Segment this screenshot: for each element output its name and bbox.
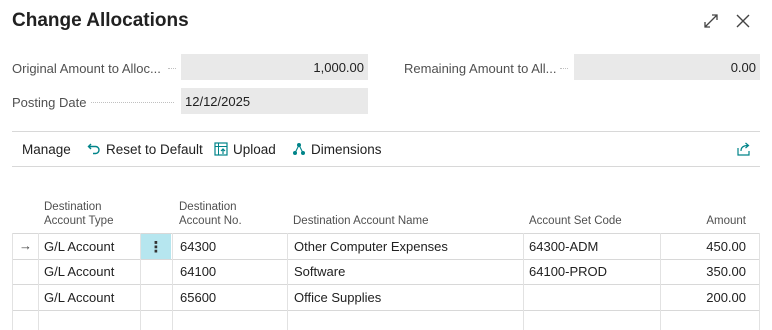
reset-to-default-label: Reset to Default — [106, 141, 203, 157]
remaining-amount-field[interactable]: 0.00 — [574, 54, 760, 80]
header-divider — [12, 233, 760, 234]
row-divider — [12, 310, 760, 311]
cell-account-name: Office Supplies — [294, 290, 382, 305]
remaining-amount-dots — [560, 68, 568, 69]
original-amount-field[interactable]: 1,000.00 — [181, 54, 368, 80]
dimensions-icon — [293, 143, 305, 155]
cell-amount[interactable]: 350.00 — [660, 264, 746, 279]
row-menu-button[interactable]: ⋮ — [141, 234, 171, 259]
remaining-amount-label: Remaining Amount to All... — [404, 61, 557, 76]
expand-icon — [704, 14, 718, 28]
undo-icon — [87, 143, 100, 155]
column-divider — [172, 233, 173, 330]
dimensions-label: Dimensions — [311, 141, 382, 157]
cell-set-code[interactable]: 64100-PROD — [529, 264, 607, 279]
row-arrow-icon: → — [19, 238, 32, 253]
column-header-type[interactable]: Destination Account Type — [44, 200, 113, 228]
posting-date-field[interactable]: 12/12/2025 — [181, 88, 368, 114]
share-icon — [737, 142, 750, 156]
dimensions-button[interactable]: Dimensions — [292, 132, 382, 166]
cell-amount[interactable]: 450.00 — [660, 239, 746, 254]
expand-button[interactable] — [701, 11, 721, 31]
vertical-ellipsis-icon: ⋮ — [148, 238, 164, 256]
column-header-type-line2: Account Type — [44, 215, 114, 227]
cell-set-code[interactable]: 64300-ADM — [529, 239, 598, 254]
action-bar: Manage Reset to Default Upload Dimension… — [12, 131, 760, 167]
posting-date-dots — [91, 102, 174, 103]
original-amount-dots — [168, 68, 176, 69]
upload-button[interactable]: Upload — [214, 132, 276, 166]
column-header-account-no[interactable]: Destination Account No. — [179, 200, 242, 228]
column-header-account-no-line2: Account No. — [179, 215, 242, 227]
column-divider — [38, 233, 39, 330]
column-header-amount[interactable]: Amount — [660, 214, 746, 228]
cell-type[interactable]: G/L Account — [44, 290, 114, 305]
row-divider — [12, 259, 760, 260]
share-button[interactable] — [736, 141, 752, 157]
close-button[interactable] — [733, 11, 753, 31]
manage-button[interactable]: Manage — [22, 132, 71, 166]
cell-type[interactable]: G/L Account — [44, 264, 114, 279]
row-divider — [12, 284, 760, 285]
reset-to-default-button[interactable]: Reset to Default — [87, 132, 203, 166]
cell-account-no[interactable]: 64300 — [180, 239, 216, 254]
column-header-type-line1: Destination — [44, 201, 102, 213]
cell-account-name: Software — [294, 264, 346, 279]
cell-amount[interactable]: 200.00 — [660, 290, 746, 305]
upload-label: Upload — [233, 141, 276, 157]
column-divider — [523, 233, 524, 330]
cell-account-no[interactable]: 64100 — [180, 264, 216, 279]
column-divider — [12, 233, 13, 330]
column-divider — [759, 233, 760, 330]
posting-date-label: Posting Date — [12, 95, 87, 110]
manage-label: Manage — [22, 141, 71, 157]
upload-icon — [214, 142, 228, 156]
cell-type[interactable]: G/L Account — [44, 239, 114, 254]
original-amount-label: Original Amount to Alloc... — [12, 61, 161, 76]
column-header-account-no-line1: Destination — [179, 201, 237, 213]
column-header-set-code[interactable]: Account Set Code — [529, 214, 622, 228]
dialog-title: Change Allocations — [12, 10, 189, 31]
column-divider — [287, 233, 288, 330]
cell-account-name: Other Computer Expenses — [294, 239, 448, 254]
close-icon — [736, 14, 750, 28]
cell-account-no[interactable]: 65600 — [180, 290, 216, 305]
column-header-account-name[interactable]: Destination Account Name — [293, 214, 429, 228]
